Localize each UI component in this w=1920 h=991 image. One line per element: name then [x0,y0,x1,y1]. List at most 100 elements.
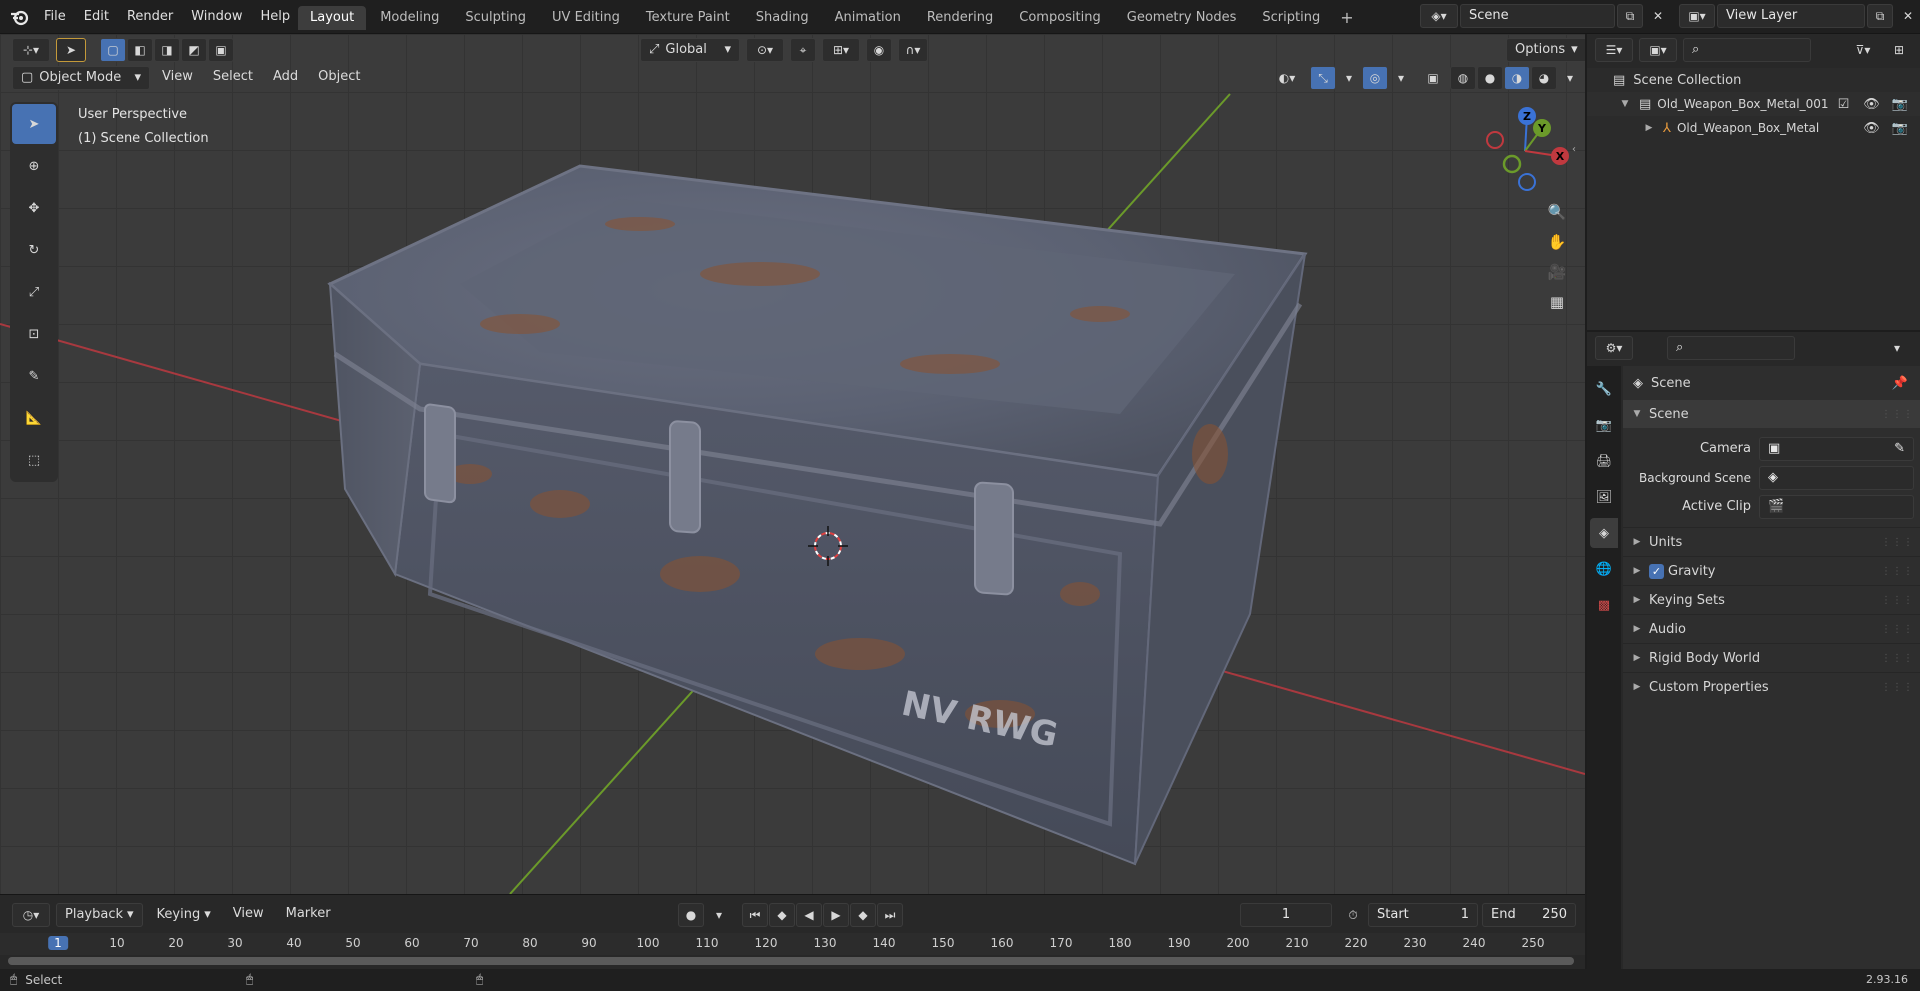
pin-icon[interactable]: 📌 [1892,376,1908,391]
drag-grip-icon[interactable]: ⋮⋮⋮ [1881,537,1914,548]
drag-grip-icon[interactable]: ⋮⋮⋮ [1881,566,1914,577]
menu-edit[interactable]: Edit [75,0,118,34]
eye-icon[interactable]: 👁 [1863,121,1880,136]
rendered-shading-icon[interactable]: ◕ [1531,66,1557,90]
tab-uv-editing[interactable]: UV Editing [540,6,632,30]
chevron-down-icon[interactable]: ▾ [1561,66,1579,90]
menu-playback[interactable]: Playback ▾ [56,903,143,927]
chevron-down-icon[interactable]: ▾ [1392,66,1410,90]
jump-end-icon[interactable]: ⏭ [877,903,903,927]
drag-grip-icon[interactable]: ⋮⋮⋮ [1881,595,1914,606]
navigation-gizmo[interactable]: Z Y X [1480,106,1570,196]
timeline-editor-type-icon[interactable]: ◷▾ [12,903,50,927]
active-clip-field[interactable]: 🎬 [1759,494,1914,519]
next-keyframe-icon[interactable]: ◆ [850,903,876,927]
annotate-tool-icon[interactable]: ✎ [12,356,56,396]
select-difference-icon[interactable]: ◩ [181,38,207,62]
outliner-row-collection[interactable]: ▼ ▤ Old_Weapon_Box_Metal_001 ☑ 👁 📷 [1587,92,1920,116]
prev-keyframe-icon[interactable]: ◆ [769,903,795,927]
camera-field[interactable]: ▣ ✎ [1759,436,1914,461]
gravity-checkbox[interactable]: ✓ [1649,563,1664,579]
menu-help[interactable]: Help [252,0,300,34]
new-collection-icon[interactable]: ⊞ [1886,38,1912,62]
add-workspace-plus-icon[interactable]: + [1334,6,1359,30]
current-frame-field[interactable]: 1 [1240,903,1332,927]
menu-timeline-view[interactable]: View [225,903,272,927]
panel-header-audio[interactable]: ▶ Audio ⋮⋮⋮ [1623,614,1920,643]
output-tab-icon[interactable]: 🖨 [1590,446,1618,476]
tab-modeling[interactable]: Modeling [368,6,451,30]
menu-render[interactable]: Render [118,0,182,34]
pivot-point-icon[interactable]: ⊙▾ [746,38,784,62]
properties-search-input[interactable]: ⌕ [1667,336,1795,360]
timeline-scrollbar[interactable] [8,957,1574,965]
gizmo-neg-z[interactable] [1518,173,1536,191]
display-mode-icon[interactable]: ▣▾ [1639,38,1677,62]
outliner-row-scene-collection[interactable]: ▤ Scene Collection [1587,68,1920,92]
select-box-tool-icon[interactable]: ➤ [12,104,56,144]
perspective-toggle-icon[interactable]: ▦ [1544,290,1570,314]
snap-toggle-icon[interactable]: ⌖ [790,38,816,62]
drag-grip-icon[interactable]: ⋮⋮⋮ [1881,624,1914,635]
material-preview-shading-icon[interactable]: ◑ [1504,66,1530,90]
jump-start-icon[interactable]: ⏮ [742,903,768,927]
menu-select[interactable]: Select [205,66,261,90]
panel-header-gravity[interactable]: ▶ ✓ Gravity ⋮⋮⋮ [1623,556,1920,585]
add-cube-tool-icon[interactable]: ⬚ [12,440,56,480]
gizmo-neg-x[interactable] [1486,131,1504,149]
view-layer-selector-icon[interactable]: ▣▾ [1679,4,1715,28]
outliner-editor-type-icon[interactable]: ☰▾ [1595,38,1633,62]
tool-tab-icon[interactable]: 🔧 [1590,374,1618,404]
tab-shading[interactable]: Shading [744,6,821,30]
tab-texture-paint[interactable]: Texture Paint [634,6,742,30]
camera-render-icon[interactable]: 📷 [1892,97,1908,112]
tab-scripting[interactable]: Scripting [1250,6,1332,30]
checkbox-icon[interactable]: ☑ [1838,97,1850,112]
gizmo-toggle-icon[interactable]: ⤡ [1310,66,1336,90]
panel-header-scene[interactable]: ▼ Scene ⋮⋮⋮ [1623,400,1920,428]
rotate-tool-icon[interactable]: ↻ [12,230,56,270]
transform-orientation-dropdown[interactable]: ⤢ Global ▾ [640,38,740,62]
drag-grip-icon[interactable]: ⋮⋮⋮ [1881,682,1914,693]
cursor-tool-icon[interactable]: ⊕ [12,146,56,186]
frame-start-field[interactable]: Start 1 [1368,903,1478,927]
panel-header-rigid-body-world[interactable]: ▶ Rigid Body World ⋮⋮⋮ [1623,643,1920,672]
camera-view-icon[interactable]: 🎥 [1544,260,1570,284]
eyedropper-icon[interactable]: ✎ [1894,438,1905,460]
render-tab-icon[interactable]: 📷 [1590,410,1618,440]
play-reverse-icon[interactable]: ◀ [796,903,822,927]
transform-tool-icon[interactable]: ⊡ [12,314,56,354]
drag-grip-icon[interactable]: ⋮⋮⋮ [1881,653,1914,664]
pan-hand-icon[interactable]: ✋ [1544,230,1570,254]
delete-scene-icon[interactable]: ✕ [1645,4,1671,28]
tab-compositing[interactable]: Compositing [1007,6,1113,30]
delete-view-layer-icon[interactable]: ✕ [1895,4,1920,28]
object-mode-dropdown[interactable]: ▢ Object Mode ▾ [12,66,150,90]
overlay-toggle-icon[interactable]: ◎ [1362,66,1388,90]
expand-triangle-icon[interactable]: ▶ [1641,123,1657,133]
chevron-down-icon[interactable]: ▾ [1884,336,1910,360]
select-extend-icon[interactable]: ◧ [127,38,153,62]
menu-keying[interactable]: Keying ▾ [149,903,219,927]
background-scene-field[interactable]: ◈ [1759,465,1914,490]
select-new-icon[interactable]: ▢ [100,38,126,62]
menu-marker[interactable]: Marker [278,903,339,927]
zoom-icon[interactable]: 🔍 [1544,200,1570,224]
camera-render-icon[interactable]: 📷 [1892,121,1908,136]
menu-file[interactable]: File [35,0,75,34]
blender-logo-icon[interactable] [10,8,30,26]
panel-header-custom-properties[interactable]: ▶ Custom Properties ⋮⋮⋮ [1623,672,1920,701]
snap-target-icon[interactable]: ⊞▾ [822,38,860,62]
new-scene-icon[interactable]: ⧉ [1617,4,1643,28]
editor-type-icon[interactable]: ⊹▾ [12,38,50,62]
menu-add[interactable]: Add [265,66,306,90]
tab-layout[interactable]: Layout [298,6,367,30]
tab-geometry-nodes[interactable]: Geometry Nodes [1115,6,1249,30]
measure-tool-icon[interactable]: 📐 [12,398,56,438]
properties-editor-type-icon[interactable]: ⚙▾ [1595,336,1633,360]
proportional-falloff-icon[interactable]: ∩▾ [898,38,928,62]
expand-triangle-icon[interactable]: ▼ [1617,99,1633,109]
select-mode-icon[interactable]: ➤ [56,38,86,62]
wireframe-shading-icon[interactable]: ◍ [1450,66,1476,90]
proportional-edit-icon[interactable]: ◉ [866,38,892,62]
